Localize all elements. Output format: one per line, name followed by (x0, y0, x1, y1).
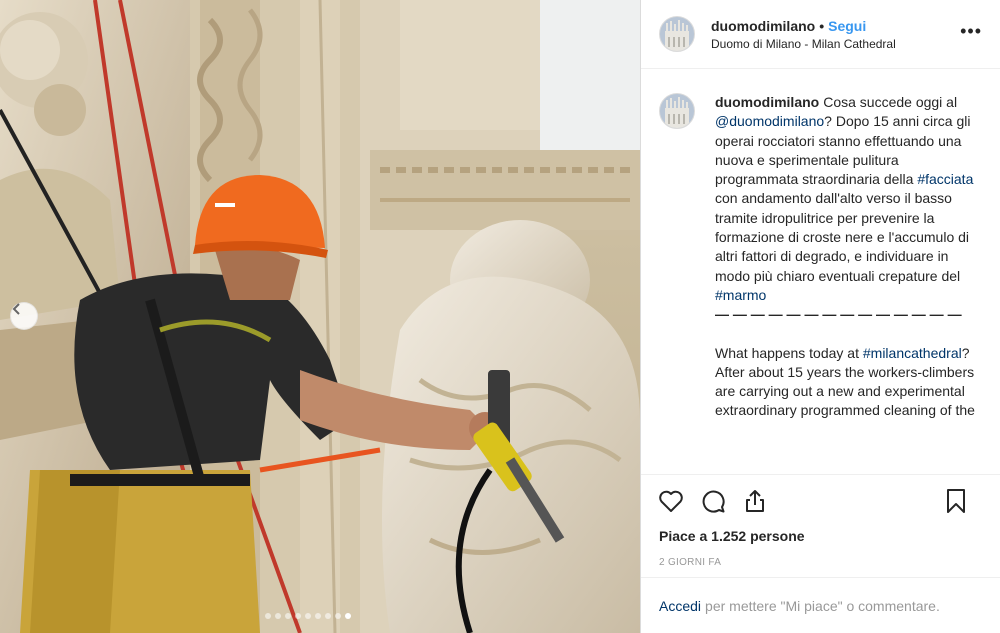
share-button[interactable] (741, 487, 769, 515)
more-options-button[interactable]: ••• (960, 21, 982, 42)
share-icon (746, 490, 764, 512)
bookmark-icon (947, 489, 965, 513)
post-actions: Piace a 1.252 persone 2 GIORNI FA (641, 474, 1000, 573)
hashtag-link[interactable]: #milancathedral (863, 345, 962, 361)
carousel-dot (285, 613, 291, 619)
header-separator: • (819, 17, 825, 34)
hashtag-link[interactable]: #facciata (917, 171, 973, 187)
carousel-dot (305, 613, 311, 619)
carousel-dot (315, 613, 321, 619)
caption-text: duomodimilano Cosa succede oggi al @duomo… (715, 93, 982, 421)
like-button[interactable] (657, 487, 685, 515)
location-link[interactable]: Duomo di Milano - Milan Cathedral (711, 37, 896, 51)
mention-link[interactable]: @duomodimilano (715, 113, 824, 129)
post-header: duomodimilano • Segui Duomo di Milano - Mi… (641, 0, 1000, 69)
carousel-indicator (265, 613, 351, 619)
avatar[interactable] (659, 16, 695, 52)
comment-icon (702, 490, 725, 513)
carousel-dot (265, 613, 271, 619)
save-button[interactable] (942, 487, 970, 515)
caption-text-part: Cosa succede oggi al (823, 94, 958, 110)
login-prompt-text: per mettere "Mi piace" o commentare. (705, 597, 940, 614)
caption-dashes: — — — — — — — — — — — — — — (715, 306, 962, 323)
caption-text-part: con andamento dall'alto verso il basso t… (715, 190, 970, 284)
carousel-dot (325, 613, 331, 619)
follow-button[interactable]: Segui (828, 18, 866, 34)
cathedral-avatar-icon (660, 17, 694, 51)
carousel-dot (295, 613, 301, 619)
caption-avatar[interactable] (659, 93, 695, 129)
caption-text-part: What happens today at (715, 344, 863, 361)
cathedral-avatar-icon (660, 94, 694, 128)
post-photo[interactable] (0, 0, 640, 633)
heart-icon (659, 490, 683, 512)
header-username[interactable]: duomodimilano (711, 18, 815, 34)
previous-slide-button[interactable] (10, 302, 38, 330)
carousel-dot (345, 613, 351, 619)
carousel-dot (335, 613, 341, 619)
chevron-left-icon (12, 303, 20, 315)
post-timestamp[interactable]: 2 GIORNI FA (641, 553, 1000, 573)
caption-username[interactable]: duomodimilano (715, 94, 819, 110)
likes-count[interactable]: Piace a 1.252 persone (641, 527, 1000, 549)
photo-illustration (0, 0, 640, 633)
carousel-dot (275, 613, 281, 619)
comments-area[interactable]: duomodimilano Cosa succede oggi al @duomo… (641, 69, 1000, 474)
post-side-panel: duomodimilano • Segui Duomo di Milano - Mi… (641, 0, 1000, 633)
login-prompt: Accedi per mettere "Mi piace" o commenta… (641, 577, 1000, 633)
hashtag-link[interactable]: #marmo (715, 287, 766, 303)
comment-button[interactable] (699, 487, 727, 515)
login-link[interactable]: Accedi (659, 598, 701, 614)
caption: duomodimilano Cosa succede oggi al @duomo… (641, 69, 1000, 421)
